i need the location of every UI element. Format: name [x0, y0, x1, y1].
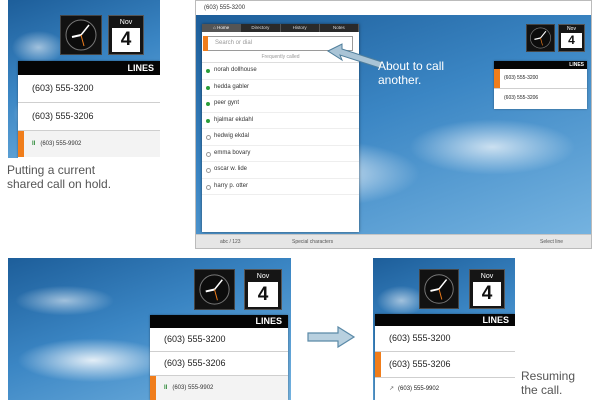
date-day: 4: [112, 28, 140, 52]
contact-item[interactable]: emma bovary: [202, 146, 359, 162]
contact-item[interactable]: hedwig ekdal: [202, 129, 359, 146]
held-call-number: (603) 555-9902: [40, 141, 82, 147]
date-month: Nov: [480, 273, 494, 280]
presence-offline-icon: [206, 184, 211, 190]
held-call-item[interactable]: II (603) 555-9902: [18, 131, 160, 157]
lines-header: LINES: [375, 314, 515, 326]
phone-icon: ↗: [389, 386, 395, 392]
caption-resume: Resuming the call.: [521, 369, 576, 397]
lines-panel: LINES (603) 555-3200 (603) 555-3206 ↗ (60…: [375, 314, 515, 400]
clock-widget: [60, 15, 102, 55]
presence-offline-icon: [206, 151, 211, 157]
held-call-number: (603) 555-9902: [172, 385, 214, 391]
contact-item[interactable]: oscar w. lide: [202, 162, 359, 179]
line-item[interactable]: (603) 555-3200: [494, 69, 587, 89]
contact-name: oscar w. lide: [214, 166, 248, 172]
presence-online-icon: [206, 69, 210, 73]
line-item[interactable]: (603) 555-3200: [18, 75, 160, 103]
window-content: ⌂ Home Directory History Notes Search or…: [196, 15, 591, 235]
resumed-call-item[interactable]: ↗ (603) 555-9902: [375, 378, 515, 400]
clock-icon: [199, 274, 230, 305]
lines-panel: LINES (603) 555-3200 (603) 555-3206 II (6…: [150, 315, 288, 400]
clock-icon: [424, 274, 454, 304]
window-title: (603) 555-3200: [196, 1, 591, 15]
tab-bar: ⌂ Home Directory History Notes: [202, 24, 359, 32]
tab-directory[interactable]: Directory: [241, 24, 281, 32]
contact-name: norah dollhouse: [214, 67, 257, 73]
resumed-call-number: (603) 555-9902: [398, 386, 440, 392]
presence-online-icon: [206, 85, 210, 90]
line-item[interactable]: (603) 555-3206: [375, 352, 515, 378]
date-day: 4: [473, 282, 501, 306]
date-day: 4: [248, 282, 278, 307]
select-line-label[interactable]: Select line: [540, 239, 563, 245]
presence-offline-icon: [206, 168, 211, 173]
date-widget: Nov 4: [469, 269, 505, 309]
pause-icon: II: [164, 385, 168, 391]
line-item[interactable]: (603) 555-3200: [150, 328, 288, 352]
tab-notes[interactable]: Notes: [320, 24, 359, 32]
input-mode-label[interactable]: abc / 123: [220, 239, 241, 245]
status-bar: abc / 123 Special characters Select line: [196, 234, 591, 248]
pointer-arrow-icon: [326, 43, 383, 69]
screen-resume-call: Nov 4 LINES (603) 555-3200 (603) 555-320…: [373, 258, 515, 400]
held-call-item[interactable]: II (603) 555-9902: [150, 376, 288, 400]
line-item[interactable]: (603) 555-3206: [150, 352, 288, 376]
date-month: Nov: [119, 19, 133, 26]
contact-name: hjalmar ekdahl: [214, 116, 254, 123]
date-day: 4: [561, 33, 582, 48]
lines-header: LINES: [18, 61, 160, 75]
line-item[interactable]: (603) 555-3206: [494, 89, 587, 108]
callout-about-to-call: About to call another.: [378, 59, 445, 87]
date-widget: Nov 4: [108, 15, 144, 55]
contact-item[interactable]: hedda gabler: [202, 80, 359, 96]
caption-hold: Putting a current shared call on hold.: [7, 163, 112, 191]
clock-icon: [530, 27, 551, 49]
screen-hold-call: Nov 4 LINES (603) 555-3200 (603) 555-320…: [8, 0, 160, 158]
contact-item[interactable]: harry p. otter: [202, 179, 359, 195]
presence-offline-icon: [206, 135, 211, 140]
special-characters-label[interactable]: Special characters: [292, 239, 333, 245]
line-item[interactable]: (603) 555-3200: [375, 326, 515, 352]
lines-panel: LINES (603) 555-3200 (603) 555-3206: [494, 61, 587, 109]
tab-history[interactable]: History: [281, 24, 320, 32]
date-month: Nov: [567, 26, 576, 32]
tab-home[interactable]: ⌂ Home: [202, 24, 242, 32]
date-month: Nov: [256, 273, 270, 280]
contact-list: norah dollhouse hedda gabler peer gynt hjal…: [202, 63, 359, 195]
contact-name: hedda gabler: [214, 83, 250, 90]
lines-header: LINES: [150, 315, 288, 328]
pause-icon: II: [32, 141, 36, 147]
line-item[interactable]: (603) 555-3206: [18, 103, 160, 131]
contact-item[interactable]: peer gynt: [202, 96, 359, 113]
transition-arrow-icon: [307, 325, 356, 349]
date-widget: Nov 4: [244, 269, 282, 310]
contact-name: emma bovary: [214, 149, 251, 156]
date-widget: Nov 4: [558, 24, 585, 52]
clock-widget: [419, 269, 459, 309]
lines-panel: LINES (603) 555-3200 (603) 555-3206 II (6…: [18, 61, 160, 158]
lines-header: LINES: [494, 61, 587, 69]
screen-call-held: Nov 4 LINES (603) 555-3200 (603) 555-320…: [8, 258, 291, 400]
contact-name: peer gynt: [214, 100, 240, 106]
contact-name: hedwig ekdal: [214, 133, 250, 139]
clock-widget: [526, 24, 555, 52]
presence-online-icon: [206, 118, 210, 123]
contact-name: harry p. otter: [214, 182, 249, 189]
clock-widget: [194, 269, 235, 310]
phone-app-window: (603) 555-3200 ⌂ Home Directory History …: [195, 0, 592, 249]
presence-online-icon: [206, 102, 210, 106]
clock-icon: [65, 19, 97, 51]
contact-item[interactable]: hjalmar ekdahl: [202, 113, 359, 129]
